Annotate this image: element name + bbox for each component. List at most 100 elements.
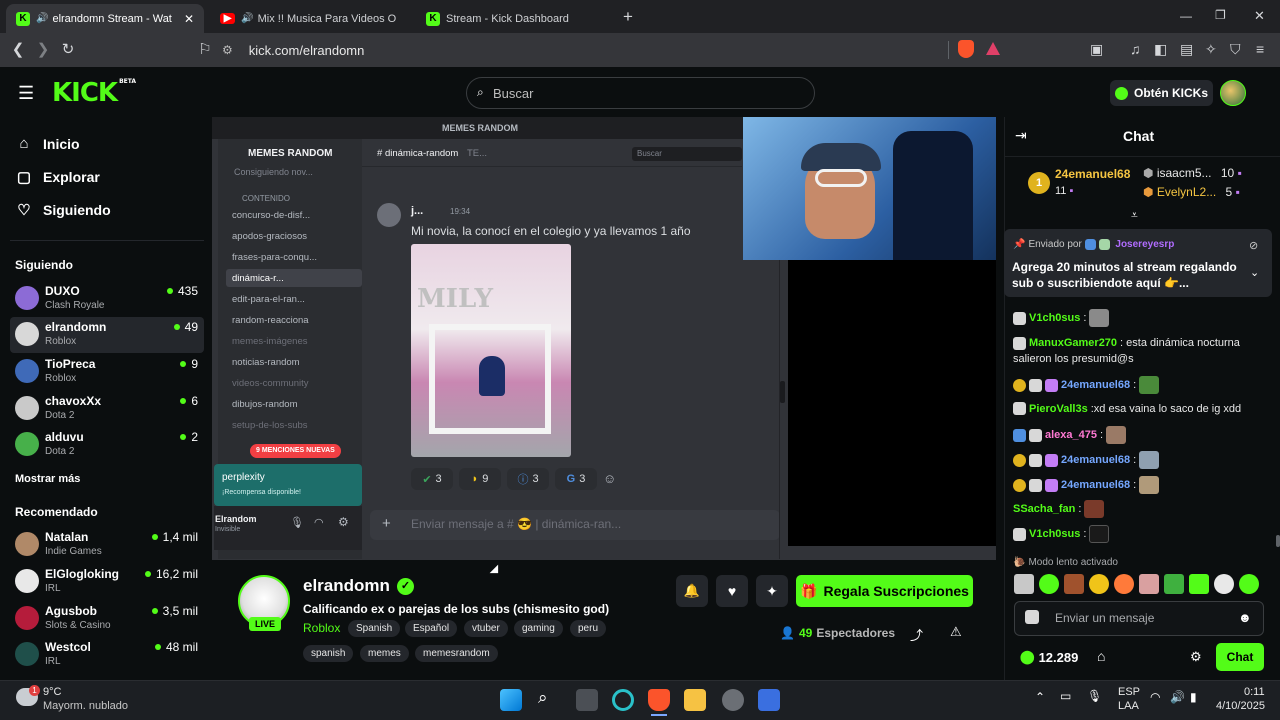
new-tab-button[interactable]: +: [623, 7, 633, 27]
discord-channel[interactable]: memes-imágenes: [232, 336, 308, 347]
menu-icon[interactable]: ≡: [1256, 41, 1264, 57]
wifi-icon[interactable]: ◠: [1150, 690, 1160, 704]
emote-icon[interactable]: [1214, 574, 1234, 594]
share-icon[interactable]: ⤴: [910, 625, 923, 644]
discord-promo-card[interactable]: [214, 464, 362, 506]
clock-time[interactable]: 0:11: [1244, 686, 1265, 698]
tab-youtube-mix[interactable]: ▶ 🔊 Mix !! Musica Para Videos O Para: [210, 4, 410, 33]
emote-icon[interactable]: [1164, 574, 1184, 594]
stream-category-link[interactable]: Roblox: [303, 621, 340, 635]
chat-message[interactable]: PieroVall3s: xd esa vaina lo saco de ig …: [1013, 402, 1241, 415]
tag[interactable]: Español: [405, 620, 458, 637]
gifter-2[interactable]: ⬢ isaacm5... 10 ▪: [1143, 166, 1242, 180]
emote-icon[interactable]: [1089, 574, 1109, 594]
battery-icon[interactable]: ▮: [1190, 690, 1197, 704]
chat-message[interactable]: alexa_475:: [1013, 426, 1127, 444]
chat-message[interactable]: 24emanuel68:: [1013, 451, 1160, 469]
discord-scrollbar-thumb[interactable]: [780, 381, 785, 403]
tag[interactable]: memesrandom: [415, 645, 498, 662]
sparkle-button[interactable]: ✦: [756, 575, 788, 607]
tag[interactable]: spanish: [303, 645, 354, 662]
reload-button[interactable]: ↻: [59, 41, 77, 59]
tray-battery-icon[interactable]: ▭: [1060, 689, 1071, 703]
message-image[interactable]: MILY: [411, 244, 571, 457]
page-scrollbar-thumb[interactable]: [1276, 535, 1280, 547]
site-info-icon[interactable]: ⚙: [222, 43, 233, 57]
discord-mentions-pill[interactable]: 9 MENCIONES NUEVAS: [250, 444, 341, 458]
back-button[interactable]: ❮: [9, 41, 27, 59]
sidebar-channel-agusbob[interactable]: Agusbob Slots & Casino 3,5 mil: [10, 601, 204, 637]
tray-mic-icon[interactable]: 🎙: [1087, 689, 1102, 703]
gift-subs-button[interactable]: 🎁 Regala Suscripciones: [796, 575, 973, 607]
sidebar-channel-elglogloking[interactable]: ElGlogloking IRL 16,2 mil: [10, 564, 204, 600]
message-author[interactable]: j...: [411, 205, 423, 217]
chat-message[interactable]: 24emanuel68:: [1013, 476, 1160, 494]
leo-ai-icon[interactable]: ✧: [1205, 41, 1217, 58]
sidebar-channel-elrandomn[interactable]: elrandomn Roblox 49: [10, 317, 204, 353]
sidebar-channel-alduvu[interactable]: alduvu Dota 2 2: [10, 427, 204, 463]
follow-heart-button[interactable]: ♥: [716, 575, 748, 607]
emote-icon[interactable]: [1014, 574, 1034, 594]
clock-date[interactable]: 4/10/2025: [1216, 700, 1265, 712]
chat-settings-icon[interactable]: ⚙: [1190, 649, 1202, 665]
emote-icon[interactable]: [1039, 574, 1059, 594]
user-avatar[interactable]: [1220, 80, 1246, 106]
discord-channel[interactable]: apodos-graciosos: [232, 231, 307, 242]
copilot-icon[interactable]: [612, 689, 634, 711]
chat-message[interactable]: ManuxGamer270: esta dinámica nocturna sa…: [1013, 335, 1258, 367]
discord-channel[interactable]: random-reacciona: [232, 315, 309, 326]
screenshot-icon[interactable]: ▣: [1090, 41, 1103, 58]
microphone-icon[interactable]: 🎙: [290, 516, 304, 529]
taskbar-search-icon[interactable]: ⌕: [538, 688, 548, 708]
send-chat-button[interactable]: Chat: [1216, 643, 1264, 671]
reaction-g[interactable]: G3: [555, 468, 597, 490]
sidebar-channel-duxo[interactable]: DUXO Clash Royale 435: [10, 281, 204, 317]
unpin-icon[interactable]: ⊘: [1249, 239, 1258, 252]
forward-button[interactable]: ❯: [34, 41, 52, 59]
chat-message[interactable]: SSacha_fan:: [1013, 500, 1105, 518]
discord-channel[interactable]: concurso-de-disf...: [232, 210, 310, 221]
discord-onboarding[interactable]: Consiguiendo nov...: [234, 167, 313, 177]
file-explorer-icon[interactable]: [684, 689, 706, 711]
brave-rewards-icon[interactable]: [986, 42, 1000, 55]
hamburger-menu-icon[interactable]: ☰: [18, 83, 34, 104]
tag[interactable]: vtuber: [464, 620, 508, 637]
discord-channel[interactable]: edit-para-el-ran...: [232, 294, 305, 305]
tag[interactable]: peru: [570, 620, 607, 637]
tag[interactable]: Spanish: [348, 620, 401, 637]
reaction-info[interactable]: ⓘ 3: [507, 468, 549, 490]
streamer-name[interactable]: elrandomn: [303, 576, 390, 596]
discord-channel[interactable]: frases-para-conqu...: [232, 252, 317, 263]
maximize-button[interactable]: ❐: [1215, 8, 1226, 22]
app-icon[interactable]: [758, 689, 780, 711]
sidebar-channel-natalan[interactable]: Natalan Indie Games 1,4 mil: [10, 527, 204, 563]
obs-icon[interactable]: [722, 689, 744, 711]
expand-leaderboard-icon[interactable]: ⩡: [1131, 208, 1138, 223]
discord-user-name[interactable]: Elrandom: [215, 514, 257, 524]
reaction-banana[interactable]: ◗ 9: [459, 468, 501, 490]
keyboard-lang[interactable]: ESP: [1118, 686, 1140, 698]
task-view-icon[interactable]: [576, 689, 598, 711]
add-reaction-icon[interactable]: ☺: [603, 468, 625, 490]
tray-overflow-icon[interactable]: ⌃: [1035, 690, 1045, 704]
notification-bell-button[interactable]: 🔔: [676, 575, 708, 607]
discord-channel[interactable]: dibujos-random: [232, 399, 297, 410]
brave-browser-icon[interactable]: [648, 689, 670, 711]
report-warning-icon[interactable]: ⚠: [950, 624, 962, 640]
tag[interactable]: memes: [360, 645, 409, 662]
sidebar-channel-westcol[interactable]: Westcol IRL 48 mil: [10, 637, 204, 673]
sidebar-toggle-icon[interactable]: ◧: [1154, 41, 1167, 58]
vpn-icon[interactable]: ⛉: [1230, 41, 1241, 58]
kick-logo[interactable]: KICK BETA: [52, 78, 136, 108]
attach-plus-icon[interactable]: +: [382, 515, 391, 532]
store-icon[interactable]: ⌂: [1097, 648, 1105, 664]
emote-icon[interactable]: [1114, 574, 1134, 594]
message-avatar[interactable]: [377, 203, 401, 227]
discord-server-name[interactable]: MEMES RANDOM: [248, 148, 332, 159]
get-kicks-button[interactable]: Obtén KICKs: [1110, 80, 1213, 106]
tab-kick-dashboard[interactable]: K Stream - Kick Dashboard: [416, 4, 616, 33]
bookmark-icon[interactable]: ⚐: [196, 41, 214, 59]
volume-icon[interactable]: 🔊: [1170, 690, 1185, 704]
sidebar-channel-chavoxxx[interactable]: chavoxXx Dota 2 6: [10, 391, 204, 427]
top-gifter-name[interactable]: 24emanuel68: [1055, 167, 1130, 181]
